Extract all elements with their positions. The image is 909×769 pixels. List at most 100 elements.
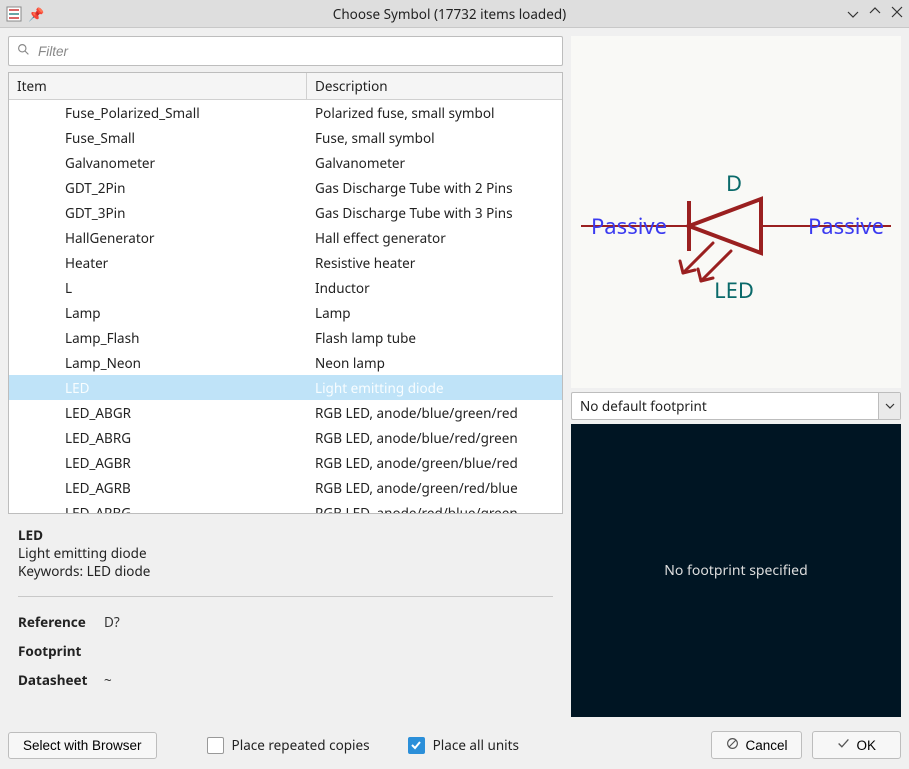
- preview-pin-right: Passive: [808, 211, 884, 241]
- table-row[interactable]: Lamp_NeonNeon lamp: [9, 350, 562, 375]
- cell-item: Lamp_Neon: [9, 354, 307, 372]
- footprint-select-text: No default footprint: [572, 397, 878, 415]
- cell-desc: Galvanometer: [307, 154, 562, 172]
- table-row[interactable]: LInductor: [9, 275, 562, 300]
- footprint-label: Footprint: [18, 642, 96, 660]
- search-icon: [17, 42, 30, 60]
- table-row[interactable]: GDT_3PinGas Discharge Tube with 3 Pins: [9, 200, 562, 225]
- cell-item: Fuse_Polarized_Small: [9, 104, 307, 122]
- cell-item: LED: [9, 379, 307, 397]
- cancel-button[interactable]: Cancel: [711, 731, 802, 759]
- cell-desc: Lamp: [307, 304, 562, 322]
- cell-item: L: [9, 279, 307, 297]
- cell-item: LED_ARBG: [9, 504, 307, 514]
- ok-label: OK: [856, 738, 876, 753]
- cell-item: Lamp_Flash: [9, 329, 307, 347]
- cancel-icon: [726, 737, 739, 753]
- cell-item: GDT_2Pin: [9, 179, 307, 197]
- details-desc: Light emitting diode: [18, 544, 553, 562]
- datasheet-value: ~: [104, 671, 112, 689]
- preview-refdes: D: [726, 168, 742, 198]
- table-row[interactable]: LED_AGRBRGB LED, anode/green/red/blue: [9, 475, 562, 500]
- cell-item: LED_ABRG: [9, 429, 307, 447]
- checkbox-box: [408, 737, 425, 754]
- reference-value: D?: [104, 613, 120, 631]
- cell-item: LED_AGBR: [9, 454, 307, 472]
- footprint-select[interactable]: No default footprint: [571, 392, 901, 420]
- table-row[interactable]: Lamp_FlashFlash lamp tube: [9, 325, 562, 350]
- table-header: Item Description: [9, 73, 562, 100]
- preview-value: LED: [714, 275, 754, 305]
- place-all-units-label: Place all units: [433, 736, 519, 754]
- symbol-preview[interactable]: D LED Passive Passive: [571, 36, 901, 388]
- minimize-icon[interactable]: [847, 4, 859, 23]
- cell-desc: Gas Discharge Tube with 2 Pins: [307, 179, 562, 197]
- select-with-browser-button[interactable]: Select with Browser: [8, 732, 157, 759]
- place-all-units-checkbox[interactable]: Place all units: [408, 736, 519, 754]
- close-icon[interactable]: [891, 4, 903, 23]
- cell-item: LED_ABGR: [9, 404, 307, 422]
- cell-desc: Flash lamp tube: [307, 329, 562, 347]
- cell-desc: Neon lamp: [307, 354, 562, 372]
- cell-desc: RGB LED, anode/green/red/blue: [307, 479, 562, 497]
- table-row[interactable]: GalvanometerGalvanometer: [9, 150, 562, 175]
- ok-check-icon: [837, 737, 850, 753]
- cell-item: GDT_3Pin: [9, 204, 307, 222]
- cell-desc: Polarized fuse, small symbol: [307, 104, 562, 122]
- table-row[interactable]: HeaterResistive heater: [9, 250, 562, 275]
- title-bar: 📌 Choose Symbol (17732 items loaded): [0, 0, 909, 28]
- cell-item: Heater: [9, 254, 307, 272]
- footprint-preview[interactable]: No footprint specified: [571, 424, 901, 717]
- maximize-icon[interactable]: [869, 4, 881, 23]
- filter-input[interactable]: [36, 43, 554, 60]
- cell-desc: RGB LED, anode/blue/green/red: [307, 404, 562, 422]
- keywords-label: Keywords:: [18, 562, 83, 580]
- table-row[interactable]: LED_ABRGRGB LED, anode/blue/red/green: [9, 425, 562, 450]
- bottom-bar: Select with Browser Place repeated copie…: [0, 725, 909, 769]
- ok-button[interactable]: OK: [812, 731, 901, 759]
- cell-desc: Resistive heater: [307, 254, 562, 272]
- window-title: Choose Symbol (17732 items loaded): [72, 5, 827, 23]
- select-with-browser-label: Select with Browser: [23, 738, 142, 753]
- table-row[interactable]: Fuse_Polarized_SmallPolarized fuse, smal…: [9, 100, 562, 125]
- filter-input-wrapper[interactable]: [8, 36, 563, 66]
- pin-icon[interactable]: 📌: [28, 5, 44, 23]
- cell-desc: Gas Discharge Tube with 3 Pins: [307, 204, 562, 222]
- details-pane: LED Light emitting diode Keywords: LED d…: [8, 514, 563, 717]
- footprint-select-chevron[interactable]: [878, 393, 900, 419]
- table-row[interactable]: GDT_2PinGas Discharge Tube with 2 Pins: [9, 175, 562, 200]
- details-name: LED: [18, 526, 553, 544]
- table-row[interactable]: LED_AGBRRGB LED, anode/green/blue/red: [9, 450, 562, 475]
- symbol-table: Item Description Fuse_Polarized_SmallPol…: [8, 72, 563, 514]
- cancel-label: Cancel: [745, 738, 787, 753]
- table-row[interactable]: LED_ABGRRGB LED, anode/blue/green/red: [9, 400, 562, 425]
- table-body[interactable]: Fuse_Polarized_SmallPolarized fuse, smal…: [9, 100, 562, 513]
- cell-item: Lamp: [9, 304, 307, 322]
- cell-item: HallGenerator: [9, 229, 307, 247]
- cell-desc: Inductor: [307, 279, 562, 297]
- table-row[interactable]: LampLamp: [9, 300, 562, 325]
- cell-desc: Light emitting diode: [307, 379, 562, 397]
- table-row[interactable]: Fuse_SmallFuse, small symbol: [9, 125, 562, 150]
- place-repeated-checkbox[interactable]: Place repeated copies: [207, 736, 370, 754]
- table-row[interactable]: HallGeneratorHall effect generator: [9, 225, 562, 250]
- cell-desc: RGB LED, anode/red/blue/green: [307, 504, 562, 514]
- table-row[interactable]: LED_ARBGRGB LED, anode/red/blue/green: [9, 500, 562, 513]
- cell-desc: Hall effect generator: [307, 229, 562, 247]
- checkbox-box: [207, 737, 224, 754]
- table-row[interactable]: LEDLight emitting diode: [9, 375, 562, 400]
- footprint-preview-text: No footprint specified: [664, 561, 807, 580]
- col-desc-header[interactable]: Description: [307, 73, 562, 99]
- cell-desc: RGB LED, anode/blue/red/green: [307, 429, 562, 447]
- place-repeated-label: Place repeated copies: [232, 736, 370, 754]
- col-item-header[interactable]: Item: [9, 73, 307, 99]
- cell-item: Galvanometer: [9, 154, 307, 172]
- datasheet-label: Datasheet: [18, 671, 96, 689]
- preview-pin-left: Passive: [591, 211, 667, 241]
- cell-desc: RGB LED, anode/green/blue/red: [307, 454, 562, 472]
- cell-desc: Fuse, small symbol: [307, 129, 562, 147]
- cell-item: Fuse_Small: [9, 129, 307, 147]
- cell-item: LED_AGRB: [9, 479, 307, 497]
- reference-label: Reference: [18, 613, 96, 631]
- app-icon: [6, 6, 22, 22]
